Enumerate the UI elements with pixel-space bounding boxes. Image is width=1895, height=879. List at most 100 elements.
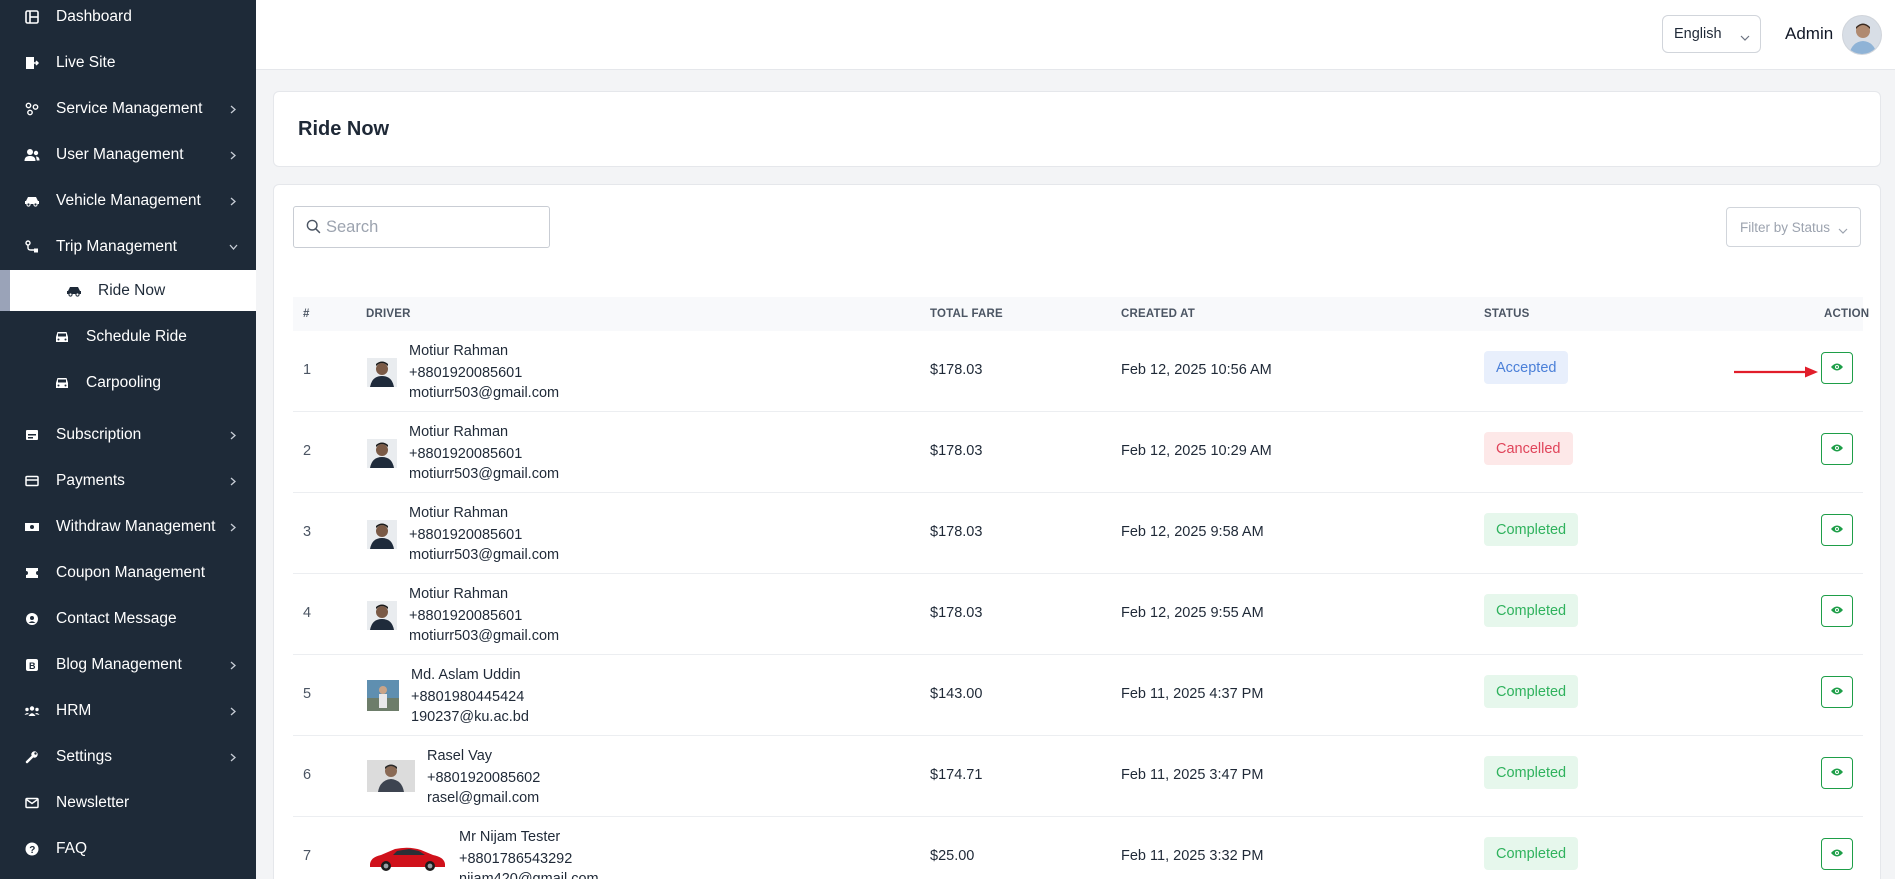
driver-phone: +8801920085601 <box>409 527 523 543</box>
driver-email: motiurr503@gmail.com <box>409 385 560 401</box>
sidebar-item-hrm[interactable]: HRM <box>0 688 256 734</box>
admin-name[interactable]: Admin <box>1785 24 1833 44</box>
sidebar-item-withdraw-management[interactable]: Withdraw Management <box>0 504 256 550</box>
car-icon <box>64 281 84 301</box>
view-button[interactable] <box>1821 757 1853 789</box>
status-filter-select[interactable]: Filter by Status <box>1726 207 1861 247</box>
driver-email: motiurr503@gmail.com <box>409 628 560 644</box>
admin-avatar[interactable] <box>1842 15 1882 55</box>
sidebar-item-live-site[interactable]: Live Site <box>0 40 256 86</box>
total-fare: $178.03 <box>930 524 983 540</box>
sidebar-item-blog-management[interactable]: B Blog Management <box>0 642 256 688</box>
view-button[interactable] <box>1821 595 1853 627</box>
external-door-icon <box>22 53 42 73</box>
driver-info: Motiur Rahman +8801920085601 motiurr503@… <box>409 503 559 565</box>
driver-name: Motiur Rahman <box>409 586 509 602</box>
table-row: 3 Motiur Rahman +8801920085601 motiurr50… <box>293 493 1863 574</box>
created-at: Feb 11, 2025 3:32 PM <box>1121 848 1264 864</box>
sidebar-item-label: Blog Management <box>56 656 182 673</box>
chevron-down-icon <box>1838 222 1848 237</box>
sidebar-item-trip-management[interactable]: Trip Management <box>0 224 256 270</box>
driver-info: Motiur Rahman +8801920085601 motiurr503@… <box>409 341 559 403</box>
sidebar-item-coupon-management[interactable]: Coupon Management <box>0 550 256 596</box>
view-button[interactable] <box>1821 433 1853 465</box>
coupon-icon <box>22 563 42 583</box>
column-header-number: # <box>303 308 310 320</box>
driver-name: Motiur Rahman <box>409 424 509 440</box>
table-header: # DRIVER TOTAL FARE CREATED AT STATUS AC… <box>293 297 1869 331</box>
chevron-right-icon <box>228 476 238 486</box>
sidebar-item-service-management[interactable]: Service Management <box>0 86 256 132</box>
driver-photo <box>367 601 397 630</box>
sidebar-item-settings[interactable]: Settings <box>0 734 256 780</box>
driver-email: 190237@ku.ac.bd <box>411 709 529 725</box>
driver-name: Md. Aslam Uddin <box>411 667 521 683</box>
sidebar-item-faq[interactable]: ? FAQ <box>0 826 256 872</box>
sidebar-item-carpooling[interactable]: Carpooling <box>0 360 256 406</box>
search-box[interactable] <box>293 206 550 248</box>
sidebar-item-dashboard[interactable]: Dashboard <box>0 0 256 40</box>
driver-info: Rasel Vay +8801920085602 rasel@gmail.com <box>427 746 540 808</box>
sidebar-item-subscription[interactable]: Subscription <box>0 412 256 458</box>
driver-email: motiurr503@gmail.com <box>409 547 560 563</box>
chevron-right-icon <box>228 430 238 440</box>
table-row: 2 Motiur Rahman +8801920085601 motiurr50… <box>293 412 1863 493</box>
car-front-icon <box>52 327 72 347</box>
driver-phone: +8801920085601 <box>409 608 523 624</box>
chevron-right-icon <box>228 104 238 114</box>
driver-photo <box>367 680 399 711</box>
sidebar-item-payments[interactable]: Payments <box>0 458 256 504</box>
sidebar-item-vehicle-management[interactable]: Vehicle Management <box>0 178 256 224</box>
page-title: Ride Now <box>298 118 390 140</box>
created-at: Feb 11, 2025 4:37 PM <box>1121 686 1264 702</box>
column-header-driver: DRIVER <box>366 308 411 320</box>
table-row: 5 Md. Aslam Uddin +8801980445424 190237@… <box>293 655 1863 736</box>
view-button[interactable] <box>1821 676 1853 708</box>
sidebar-item-user-management[interactable]: User Management <box>0 132 256 178</box>
status-badge: Completed <box>1484 837 1579 870</box>
row-number: 2 <box>303 443 312 459</box>
sidebar-item-newsletter[interactable]: Newsletter <box>0 780 256 826</box>
total-fare: $174.71 <box>930 767 983 783</box>
eye-icon <box>1830 602 1844 620</box>
status-badge: Completed <box>1484 513 1579 546</box>
column-header-action: ACTION <box>1824 308 1870 320</box>
total-fare: $178.03 <box>930 605 983 621</box>
driver-email: nijam420@gmail.com <box>459 871 599 879</box>
sidebar-item-schedule-ride[interactable]: Schedule Ride <box>0 314 256 360</box>
search-input[interactable] <box>326 207 546 247</box>
driver-name: Rasel Vay <box>427 748 493 764</box>
driver-email: rasel@gmail.com <box>427 790 540 806</box>
eye-icon <box>1830 764 1844 782</box>
column-header-total-fare: TOTAL FARE <box>930 308 1003 320</box>
column-header-created-at: CREATED AT <box>1121 308 1195 320</box>
sidebar: Dashboard Live Site Service Management U… <box>0 0 256 879</box>
driver-name: Motiur Rahman <box>409 505 509 521</box>
language-select[interactable]: English <box>1662 15 1761 53</box>
view-button[interactable] <box>1821 352 1853 384</box>
sidebar-item-label: Newsletter <box>56 794 130 811</box>
total-fare: $178.03 <box>930 443 983 459</box>
driver-info: Motiur Rahman +8801920085601 motiurr503@… <box>409 584 559 646</box>
driver-photo <box>367 358 397 387</box>
view-button[interactable] <box>1821 514 1853 546</box>
driver-photo <box>367 439 397 468</box>
car-front-icon <box>52 373 72 393</box>
table-row: 4 Motiur Rahman +8801920085601 motiurr50… <box>293 574 1863 655</box>
money-icon <box>22 517 42 537</box>
view-button[interactable] <box>1821 838 1853 870</box>
sidebar-item-label: Dashboard <box>56 8 132 25</box>
services-icon <box>22 99 42 119</box>
status-badge: Cancelled <box>1484 432 1573 465</box>
blog-icon: B <box>22 655 42 675</box>
sidebar-item-ride-now[interactable]: Ride Now <box>0 270 256 311</box>
car-icon <box>22 191 42 211</box>
eye-icon <box>1830 683 1844 701</box>
driver-info: Motiur Rahman +8801920085601 motiurr503@… <box>409 422 559 484</box>
search-icon <box>306 219 321 239</box>
sidebar-item-label: Vehicle Management <box>56 192 201 209</box>
created-at: Feb 12, 2025 10:29 AM <box>1121 443 1272 459</box>
sidebar-item-label: Live Site <box>56 54 116 71</box>
sidebar-item-label: Trip Management <box>56 238 177 255</box>
sidebar-item-contact-message[interactable]: Contact Message <box>0 596 256 642</box>
